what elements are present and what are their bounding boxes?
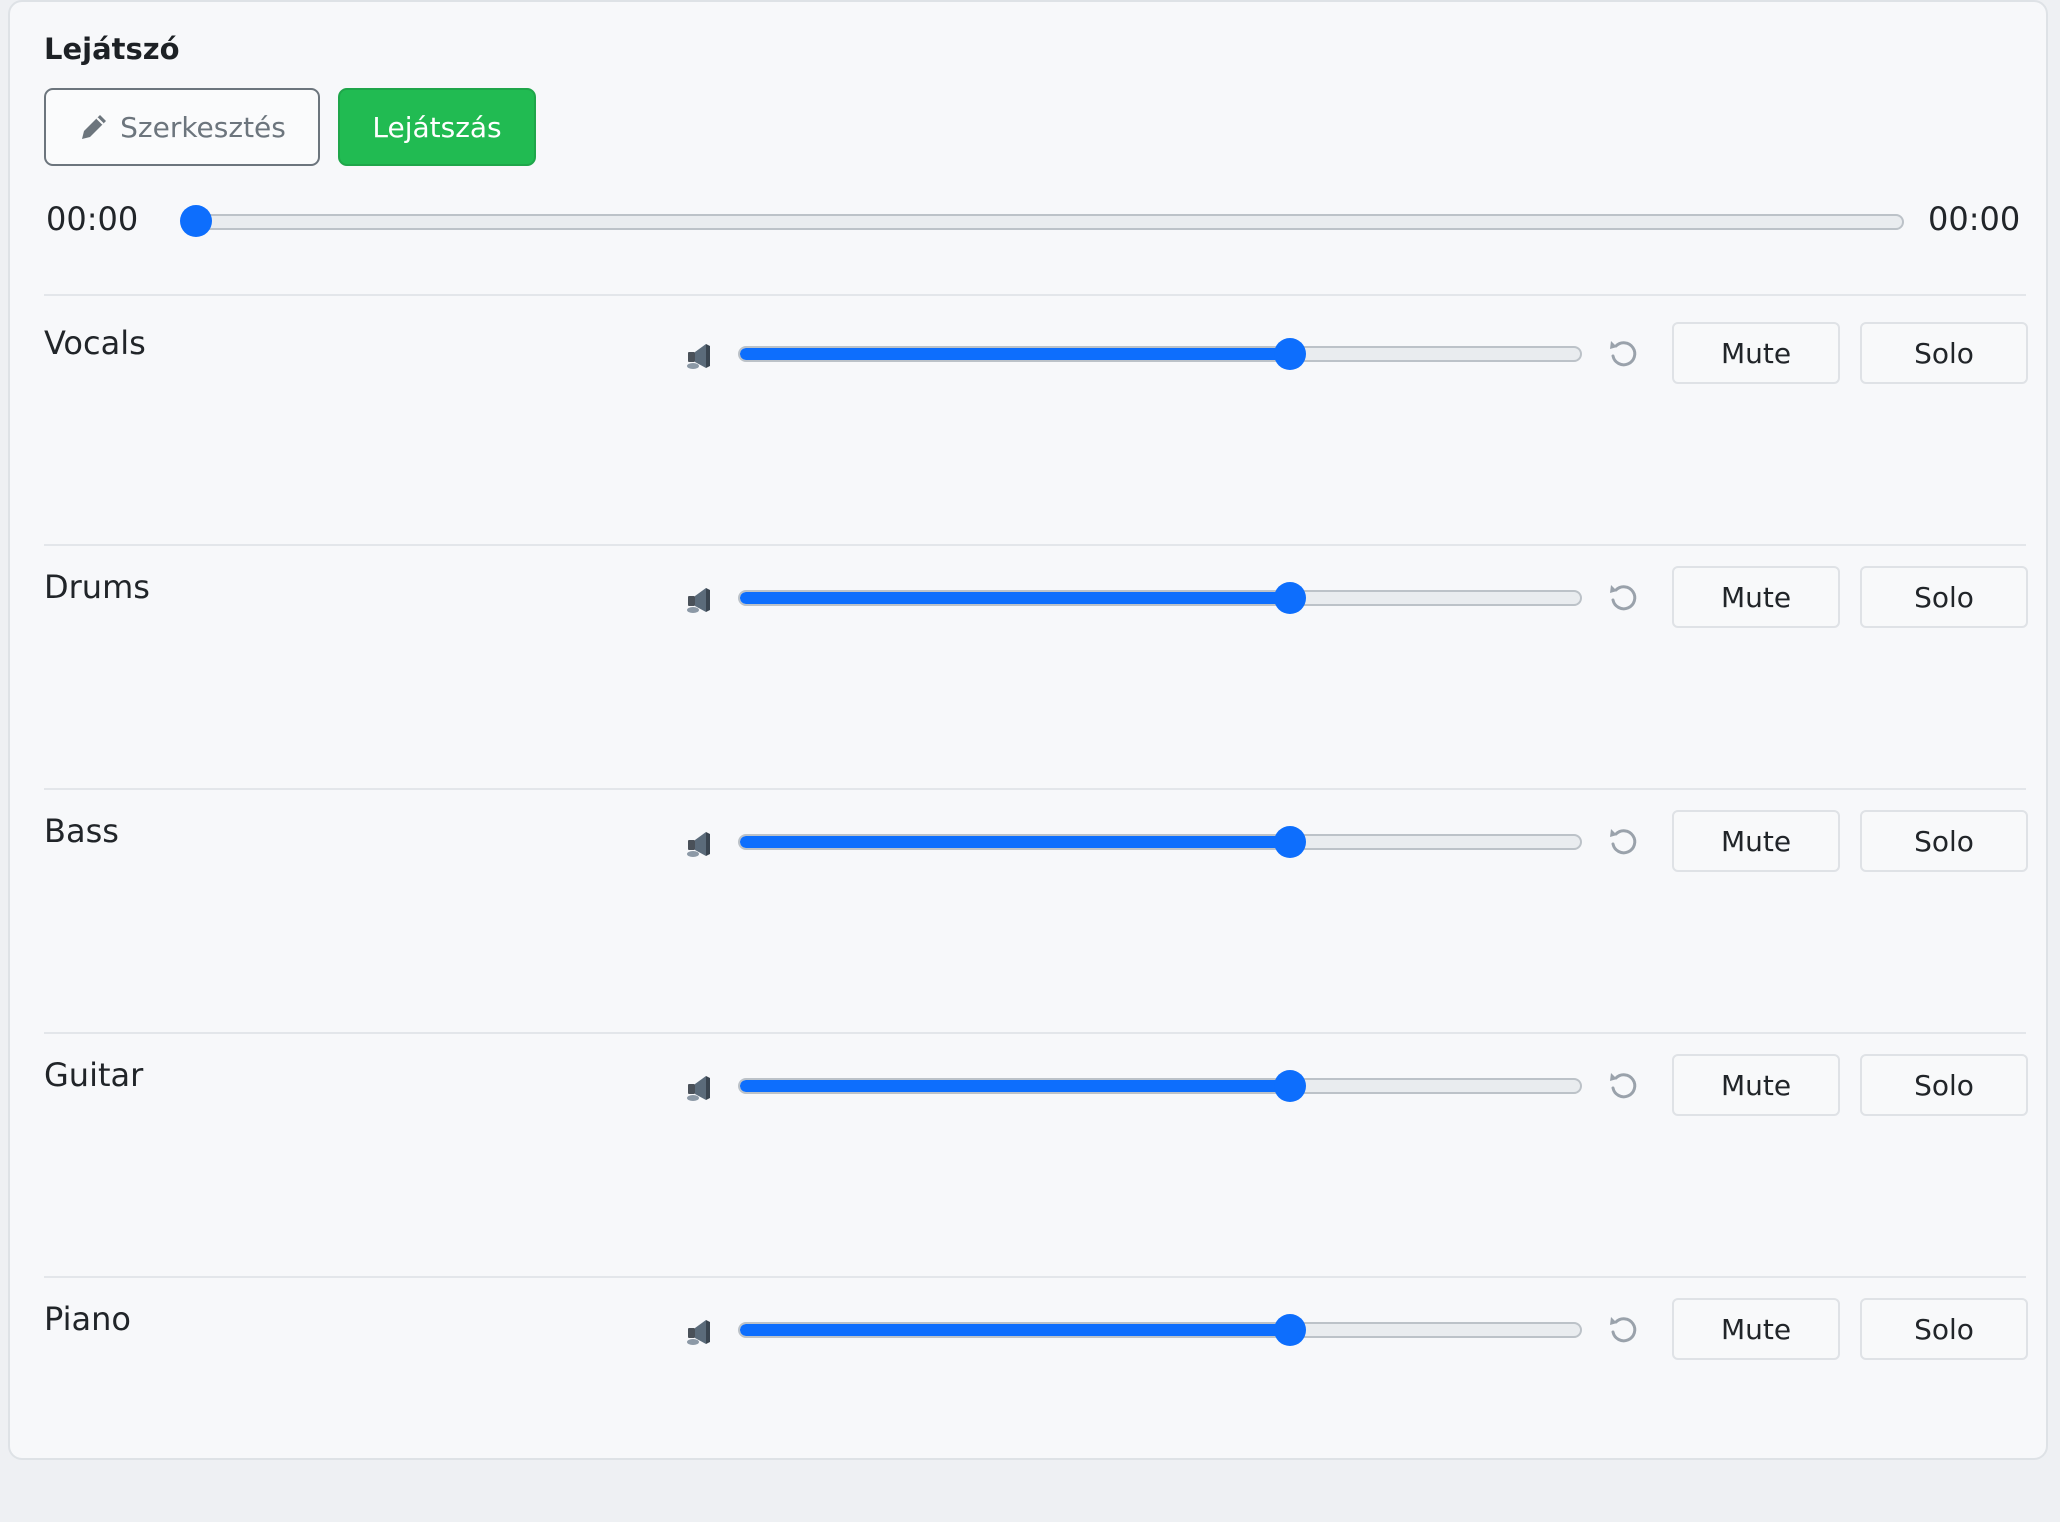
solo-button-label: Solo <box>1914 824 1974 858</box>
mute-button[interactable]: Mute <box>1672 1054 1840 1116</box>
solo-button[interactable]: Solo <box>1860 1298 2028 1360</box>
track-divider <box>44 788 2026 790</box>
reset-icon[interactable] <box>1606 1312 1642 1348</box>
reset-icon[interactable] <box>1606 824 1642 860</box>
volume-slider-track[interactable] <box>738 834 1582 850</box>
edit-button-label: Szerkesztés <box>120 110 286 144</box>
track-row-guitar: Guitar Mute Solo <box>44 1034 2028 1278</box>
track-name: Piano <box>44 1300 131 1338</box>
volume-slider-fill <box>740 592 1295 604</box>
mute-button[interactable]: Mute <box>1672 810 1840 872</box>
track-row-drums: Drums Mute Solo <box>44 546 2028 790</box>
mute-button-label: Mute <box>1720 824 1792 858</box>
play-button-label: Lejátszás <box>372 110 502 144</box>
play-button[interactable]: Lejátszás <box>338 88 536 166</box>
player-title: Lejátszó <box>44 32 180 66</box>
solo-button-label: Solo <box>1914 1312 1974 1346</box>
volume-slider-track[interactable] <box>738 346 1582 362</box>
volume-slider-fill <box>740 836 1295 848</box>
solo-button-label: Solo <box>1914 336 1974 370</box>
track-divider <box>44 1032 2026 1034</box>
mute-button-label: Mute <box>1720 580 1792 614</box>
reset-icon[interactable] <box>1606 580 1642 616</box>
mute-button[interactable]: Mute <box>1672 566 1840 628</box>
volume-slider-thumb[interactable] <box>1273 1070 1306 1102</box>
track-name: Bass <box>44 812 119 850</box>
total-time: 00:00 <box>1928 200 2021 238</box>
current-time: 00:00 <box>46 200 139 238</box>
track-divider <box>44 1276 2026 1278</box>
track-name: Guitar <box>44 1056 144 1094</box>
mute-button-label: Mute <box>1720 1068 1792 1102</box>
progress-slider-thumb[interactable] <box>180 205 212 237</box>
volume-slider-thumb[interactable] <box>1273 338 1306 370</box>
speaker-icon <box>684 338 718 372</box>
volume-slider-fill <box>740 1080 1295 1092</box>
section-divider <box>44 294 2026 296</box>
mute-button[interactable]: Mute <box>1672 322 1840 384</box>
track-name: Vocals <box>44 324 146 362</box>
solo-button[interactable]: Solo <box>1860 322 2028 384</box>
pencil-icon <box>78 111 110 143</box>
volume-slider-fill <box>740 348 1295 360</box>
solo-button-label: Solo <box>1914 580 1974 614</box>
solo-button[interactable]: Solo <box>1860 810 2028 872</box>
volume-slider-track[interactable] <box>738 1322 1582 1338</box>
solo-button[interactable]: Solo <box>1860 1054 2028 1116</box>
reset-icon[interactable] <box>1606 336 1642 372</box>
volume-slider-track[interactable] <box>738 590 1582 606</box>
reset-icon[interactable] <box>1606 1068 1642 1104</box>
track-row-bass: Bass Mute Solo <box>44 790 2028 1034</box>
player-panel: Lejátszó Szerkesztés Lejátszás 00:00 00:… <box>8 0 2048 1460</box>
speaker-icon <box>684 582 718 616</box>
mute-button-label: Mute <box>1720 336 1792 370</box>
volume-slider-thumb[interactable] <box>1273 1314 1306 1346</box>
edit-button[interactable]: Szerkesztés <box>44 88 320 166</box>
speaker-icon <box>684 1070 718 1104</box>
solo-button[interactable]: Solo <box>1860 566 2028 628</box>
progress-slider-track[interactable] <box>188 214 1904 230</box>
track-row-piano: Piano Mute Solo <box>44 1278 2028 1522</box>
volume-slider-fill <box>740 1324 1295 1336</box>
volume-slider-thumb[interactable] <box>1273 582 1306 614</box>
solo-button-label: Solo <box>1914 1068 1974 1102</box>
volume-slider-track[interactable] <box>738 1078 1582 1094</box>
track-divider <box>44 544 2026 546</box>
mute-button-label: Mute <box>1720 1312 1792 1346</box>
speaker-icon <box>684 1314 718 1348</box>
mute-button[interactable]: Mute <box>1672 1298 1840 1360</box>
volume-slider-thumb[interactable] <box>1273 826 1306 858</box>
track-row-vocals: Vocals Mute Solo <box>44 302 2028 546</box>
track-name: Drums <box>44 568 150 606</box>
speaker-icon <box>684 826 718 860</box>
